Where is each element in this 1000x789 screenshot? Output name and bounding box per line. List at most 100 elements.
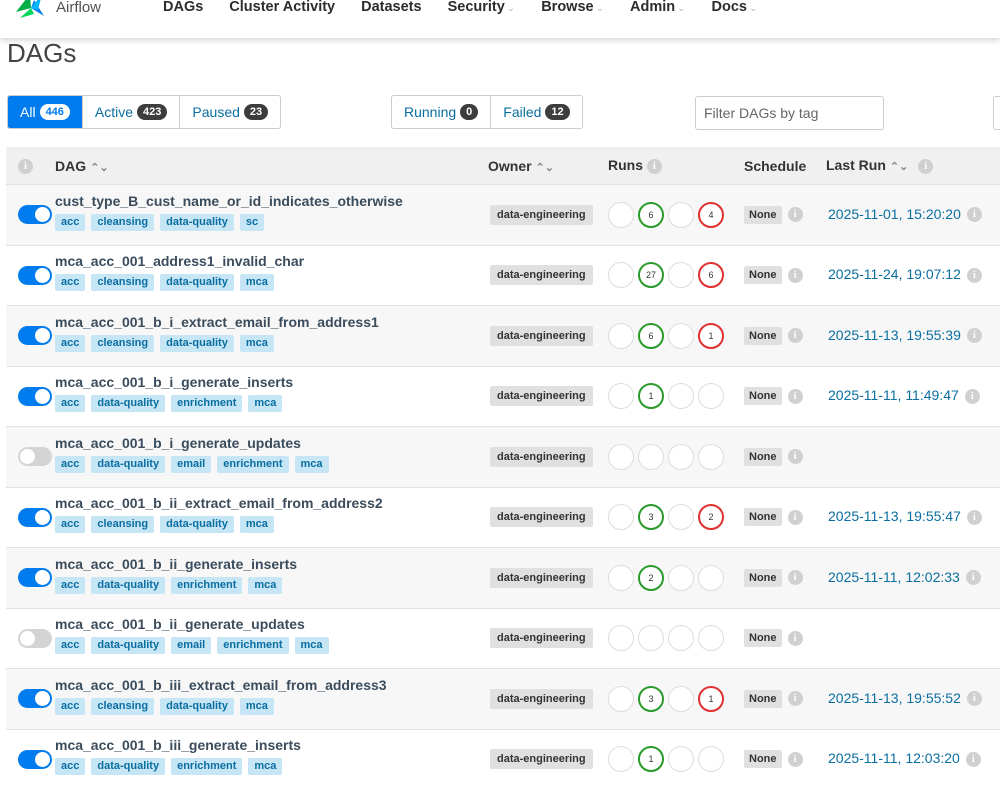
last-run-link[interactable]: 2025-11-11, 11:49:47 [828,387,959,403]
tag-chip[interactable]: cleansing [91,516,155,534]
tag-chip[interactable]: data-quality [160,334,234,352]
tag-chip[interactable]: enrichment [171,395,243,413]
run-circle-queued[interactable] [608,564,634,591]
info-icon[interactable]: i [787,449,803,465]
tag-filter-input[interactable] [695,96,884,130]
pause-toggle[interactable] [18,568,52,588]
run-circle-failed[interactable]: 2 [698,504,724,531]
tag-chip[interactable]: mca [248,576,283,594]
tag-chip[interactable]: data-quality [91,576,166,594]
tag-chip[interactable]: acc [55,697,86,715]
dag-name-link[interactable]: mca_acc_001_b_iii_generate_inserts [55,737,488,753]
nav-link-docs[interactable]: Docs ⌄ [711,0,757,16]
info-icon[interactable]: i [965,570,981,586]
info-icon[interactable]: i [966,207,982,223]
tag-chip[interactable]: data-quality [160,516,234,534]
tag-chip[interactable]: email [171,637,212,655]
owner-badge[interactable]: data-engineering [490,507,593,528]
schedule-badge[interactable]: None [744,568,782,587]
tag-chip[interactable]: acc [55,213,86,231]
info-icon[interactable]: i [965,751,981,767]
run-circle-success[interactable]: 2 [638,564,664,591]
schedule-badge[interactable]: None [744,750,782,769]
run-circle-queued[interactable] [608,746,634,773]
tag-chip[interactable]: enrichment [171,576,243,594]
header-owner[interactable]: Owner ⌃⌄ [488,147,608,185]
dag-name-link[interactable]: mca_acc_001_b_i_generate_updates [55,435,488,451]
info-icon[interactable]: i [18,158,33,174]
run-circle-success[interactable]: 6 [638,322,664,349]
filter-paused-button[interactable]: Paused 23 [180,96,281,128]
filter-all-button[interactable]: All 446 [8,96,83,128]
pause-toggle[interactable] [18,749,52,769]
info-icon[interactable]: i [787,751,803,767]
tag-chip[interactable]: cleansing [91,334,155,352]
nav-link-dags[interactable]: DAGs [163,0,203,16]
tag-chip[interactable]: mca [239,697,274,715]
info-icon[interactable]: i [787,509,803,525]
owner-badge[interactable]: data-engineering [490,204,593,225]
filter-failed-button[interactable]: Failed 12 [491,96,582,128]
run-circle-success[interactable]: 3 [638,685,664,712]
tag-chip[interactable]: data-quality [160,697,234,715]
info-icon[interactable]: i [966,267,982,283]
tag-chip[interactable]: data-quality [91,455,166,473]
last-run-link[interactable]: 2025-11-13, 19:55:39 [828,327,961,343]
schedule-badge[interactable]: None [744,326,782,345]
dag-name-link[interactable]: mca_acc_001_address1_invalid_char [55,253,488,269]
nav-link-datasets[interactable]: Datasets [361,0,421,16]
run-circle-success[interactable]: 27 [638,262,664,289]
nav-link-admin[interactable]: Admin ⌄ [630,0,686,16]
run-circle-queued[interactable] [608,685,634,712]
last-run-link[interactable]: 2025-11-13, 19:55:47 [828,508,961,524]
schedule-badge[interactable]: None [744,266,782,285]
run-circle-success[interactable]: 3 [638,504,664,531]
info-icon[interactable]: i [787,630,803,646]
tag-chip[interactable]: acc [55,758,86,776]
run-circle-queued[interactable] [608,504,634,531]
nav-link-cluster-activity[interactable]: Cluster Activity [229,0,335,16]
tag-chip[interactable]: acc [55,576,86,594]
run-circle-failed[interactable]: 6 [698,262,724,289]
tag-chip[interactable]: acc [55,334,86,352]
run-circle-failed[interactable]: 1 [698,685,724,712]
dag-name-link[interactable]: mca_acc_001_b_iii_extract_email_from_add… [55,677,488,693]
run-circle-running[interactable] [668,746,694,773]
tag-chip[interactable]: acc [55,395,86,413]
owner-badge[interactable]: data-engineering [490,628,593,649]
run-circle-success[interactable]: 6 [638,201,664,228]
info-icon[interactable]: i [646,158,662,174]
pause-toggle[interactable] [18,507,52,527]
info-icon[interactable]: i [787,207,803,223]
pause-toggle[interactable] [18,447,52,467]
info-icon[interactable]: i [964,388,980,404]
tag-chip[interactable]: acc [55,516,86,534]
tag-chip[interactable]: mca [248,758,283,776]
run-circle-running[interactable] [668,685,694,712]
tag-chip[interactable]: mca [294,637,329,655]
tag-chip[interactable]: mca [294,455,329,473]
owner-badge[interactable]: data-engineering [490,325,593,346]
tag-chip[interactable]: acc [55,637,86,655]
run-circle-queued[interactable] [608,322,634,349]
schedule-badge[interactable]: None [744,689,782,708]
pause-toggle[interactable] [18,265,52,285]
tag-chip[interactable]: acc [55,455,86,473]
owner-badge[interactable]: data-engineering [490,567,593,588]
owner-badge[interactable]: data-engineering [490,446,593,467]
tag-chip[interactable]: enrichment [217,455,289,473]
dag-name-link[interactable]: mca_acc_001_b_ii_generate_updates [55,616,488,632]
run-circle-failed[interactable] [698,564,724,591]
run-circle-failed[interactable] [698,443,724,470]
run-circle-queued[interactable] [608,262,634,289]
nav-link-security[interactable]: Security ⌄ [448,0,516,16]
run-circle-running[interactable] [668,201,694,228]
pause-toggle[interactable] [18,205,52,225]
schedule-badge[interactable]: None [744,387,782,406]
schedule-badge[interactable]: None [744,629,782,648]
tag-chip[interactable]: enrichment [171,758,243,776]
tag-chip[interactable]: mca [239,334,274,352]
tag-chip[interactable]: data-quality [160,213,234,231]
run-circle-running[interactable] [668,564,694,591]
tag-chip[interactable]: mca [239,516,274,534]
